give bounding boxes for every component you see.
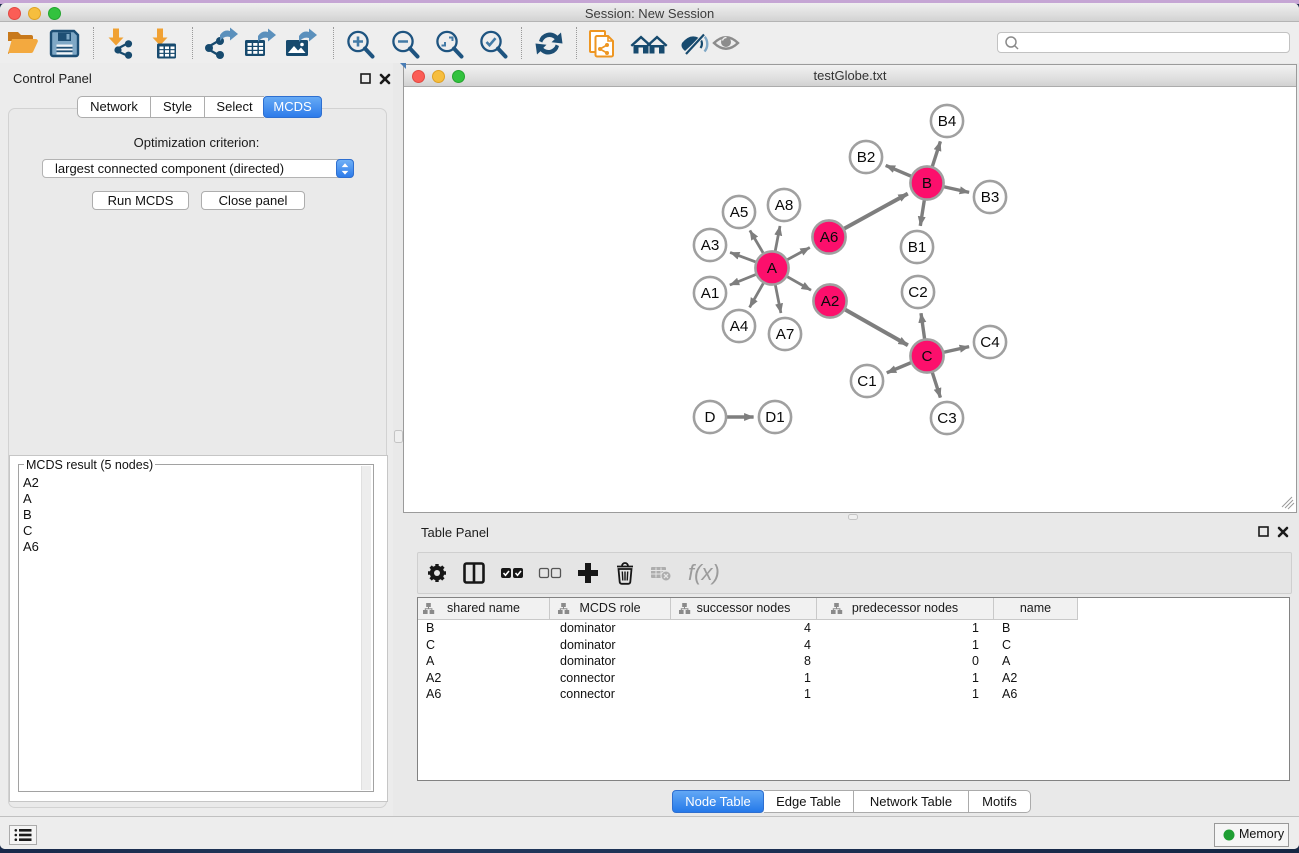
svg-text:f(x): f(x): [688, 560, 720, 585]
svg-text:B2: B2: [857, 149, 876, 166]
svg-text:D: D: [705, 409, 716, 426]
svg-text:C3: C3: [937, 410, 956, 427]
svg-text:C4: C4: [980, 334, 999, 351]
svg-text:A3: A3: [701, 237, 720, 254]
svg-text:D1: D1: [765, 409, 784, 426]
svg-text:A: A: [767, 260, 778, 277]
svg-text:B3: B3: [981, 189, 1000, 206]
svg-text:C1: C1: [857, 373, 876, 390]
svg-text:A8: A8: [775, 197, 794, 214]
svg-text:B: B: [922, 175, 932, 192]
svg-text:A1: A1: [701, 285, 720, 302]
svg-text:A4: A4: [730, 318, 749, 335]
svg-text:A5: A5: [730, 204, 749, 221]
svg-text:B1: B1: [908, 239, 927, 256]
svg-text:C: C: [922, 348, 933, 365]
svg-text:C2: C2: [908, 284, 927, 301]
svg-text:A2: A2: [821, 293, 840, 310]
svg-text:A6: A6: [820, 229, 839, 246]
svg-text:A7: A7: [776, 326, 795, 343]
svg-text:B4: B4: [938, 113, 957, 130]
